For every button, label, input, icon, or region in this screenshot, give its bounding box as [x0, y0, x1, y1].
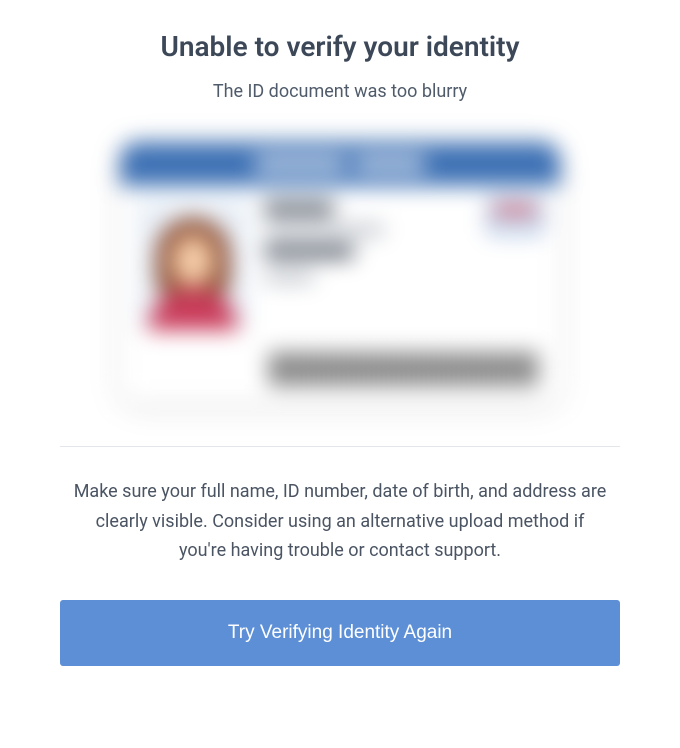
divider: [60, 446, 620, 447]
page-heading: Unable to verify your identity: [160, 30, 519, 63]
id-flag-badge-icon: [488, 200, 542, 234]
barcode-icon: [270, 352, 538, 386]
try-again-button[interactable]: Try Verifying Identity Again: [60, 600, 620, 666]
blurry-id-illustration: [100, 132, 580, 412]
id-card-icon: [120, 142, 560, 402]
instructions-text: Make sure your full name, ID number, dat…: [70, 477, 610, 566]
error-reason: The ID document was too blurry: [213, 81, 467, 102]
id-photo-icon: [138, 200, 248, 330]
